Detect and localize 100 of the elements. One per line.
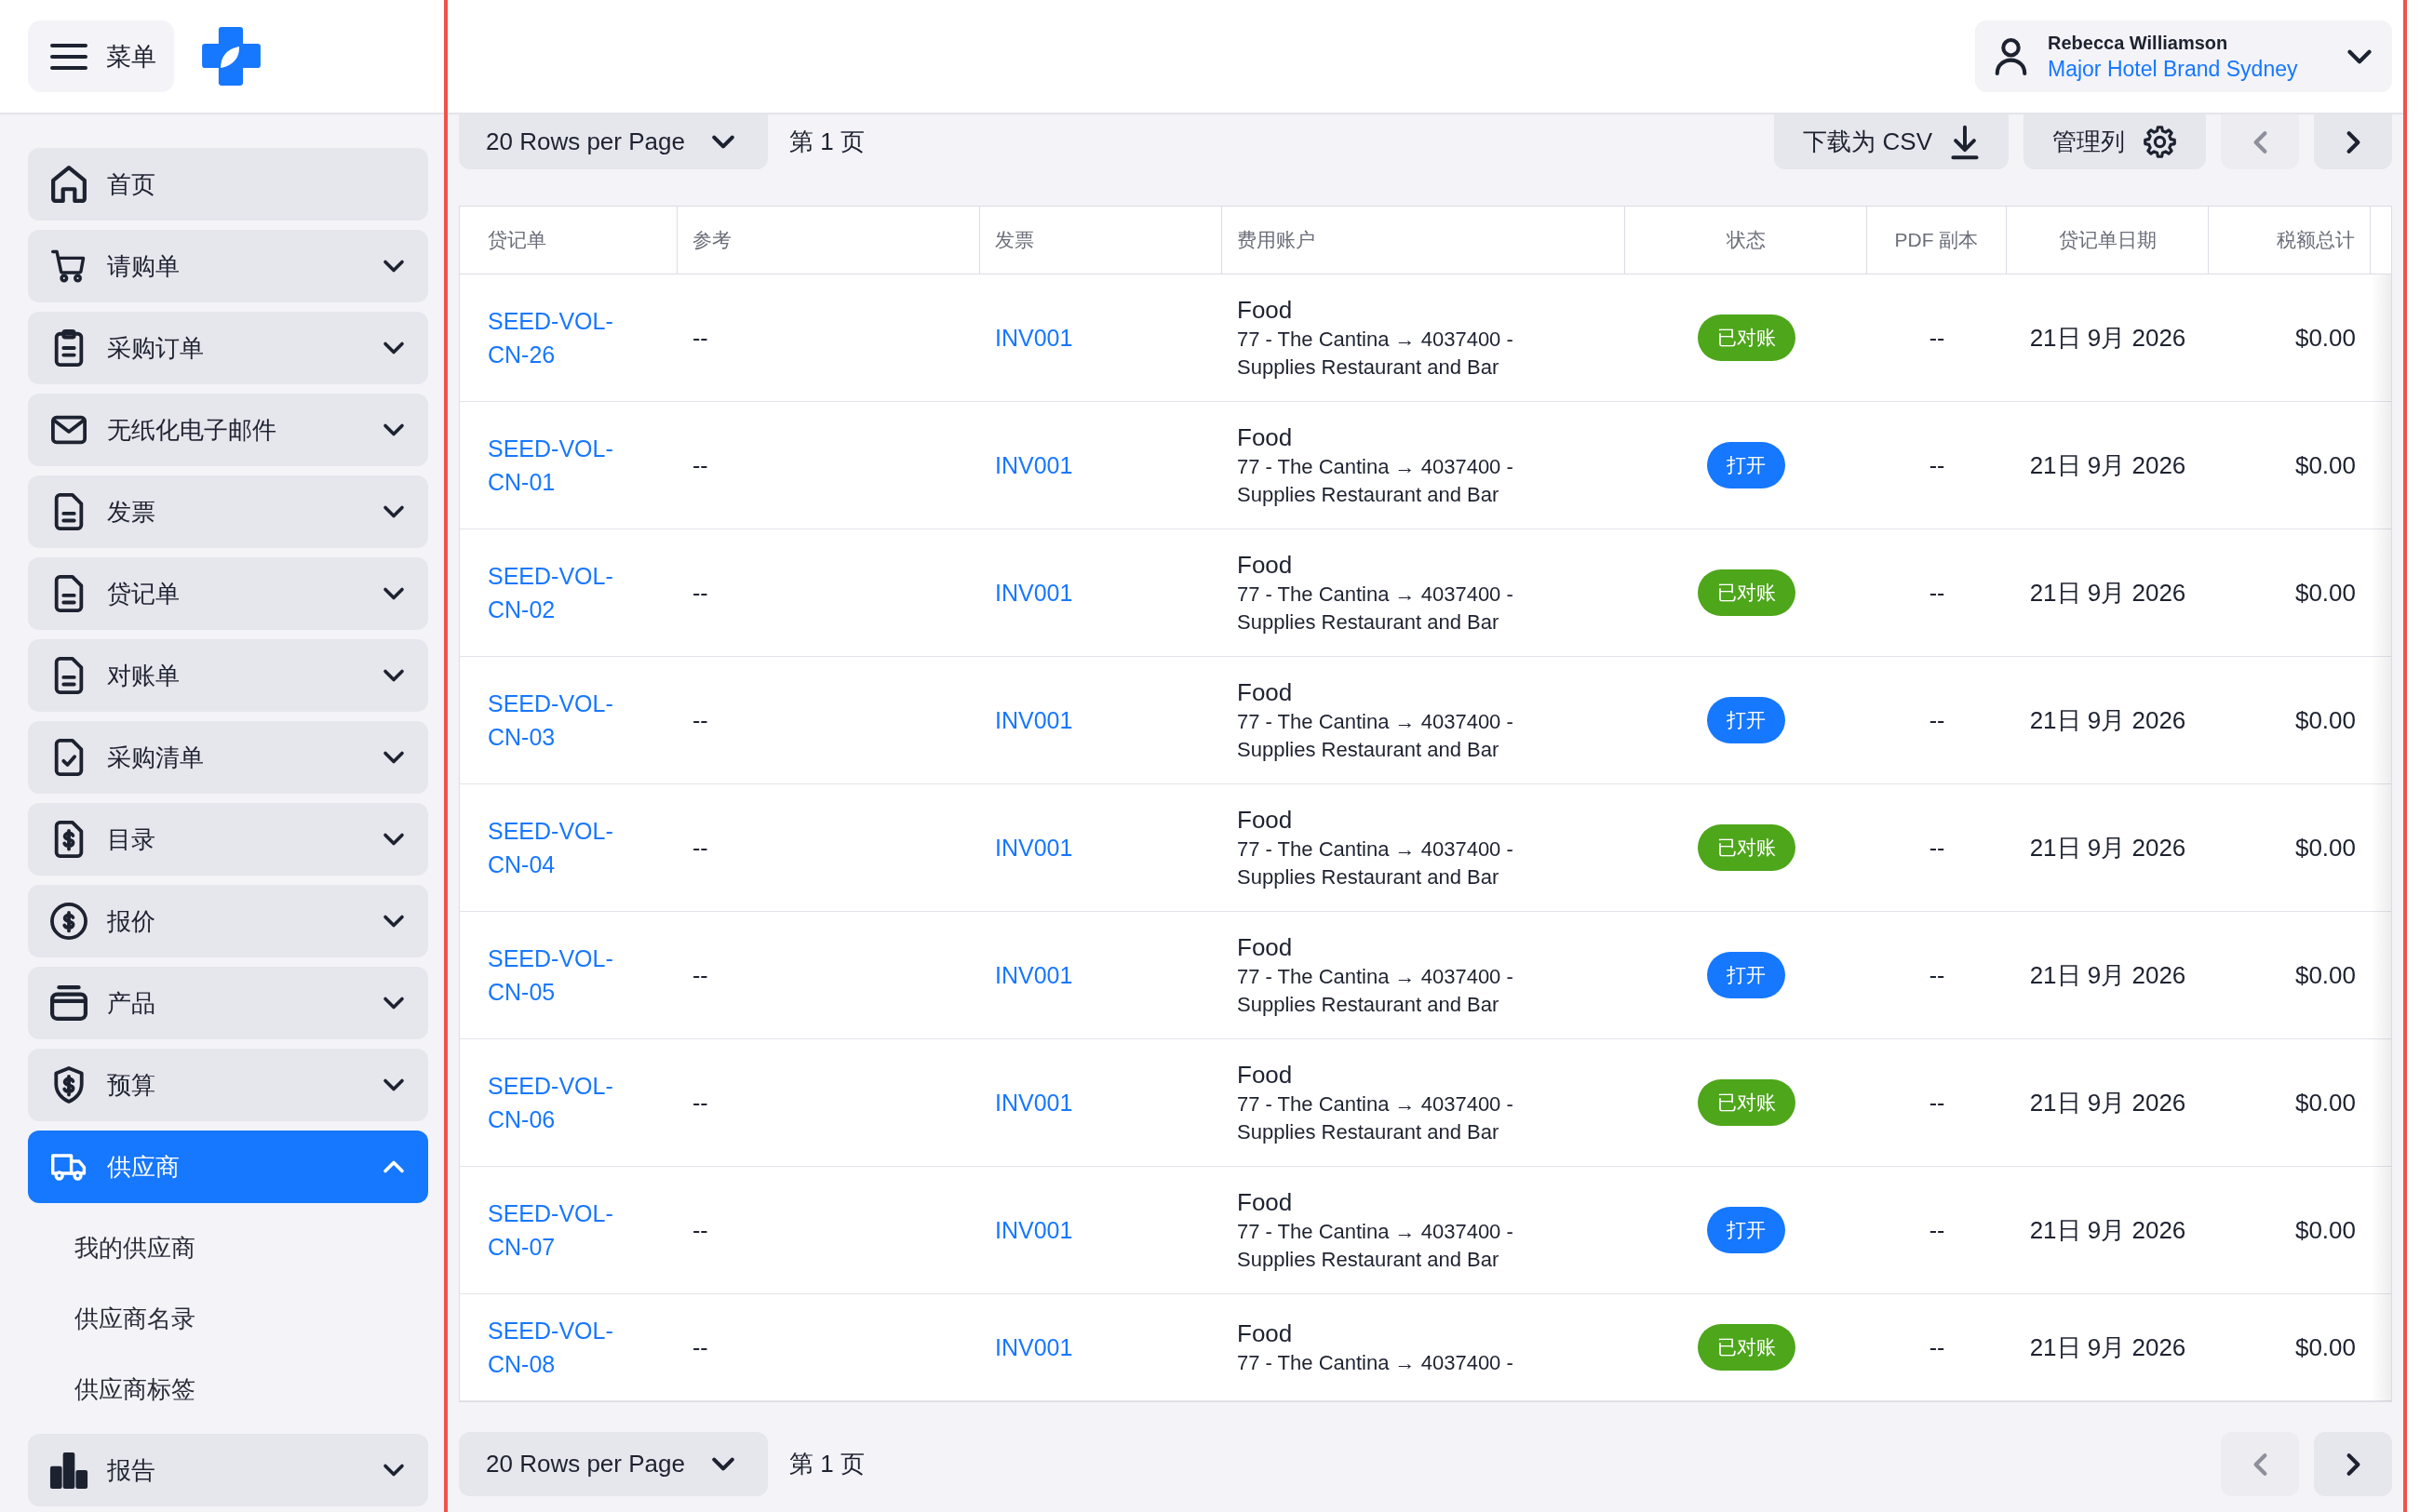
- amount-text: $0.00: [2294, 323, 2356, 352]
- box-icon: [51, 984, 87, 1022]
- chevron-down-icon: [383, 506, 404, 517]
- sidebar-item[interactable]: 贷记单: [28, 557, 428, 630]
- chevron-right-icon: [2346, 1452, 2360, 1476]
- sidebar-subitem[interactable]: 供应商名录: [74, 1305, 195, 1332]
- credit-note-link[interactable]: SEED-VOL-CN-03: [488, 687, 627, 754]
- download-csv-button[interactable]: 下载为 CSV: [1774, 114, 2009, 169]
- invoice-link[interactable]: INV001: [995, 324, 1073, 351]
- download-icon: [1951, 125, 1979, 159]
- invoice-link[interactable]: INV001: [995, 1089, 1073, 1116]
- credit-note-link[interactable]: SEED-VOL-CN-07: [488, 1197, 627, 1264]
- account-name: Food: [1237, 805, 1293, 836]
- account-path: 77 - The Cantina → 4037400 - Supplies Restaurant and Bar: [1237, 582, 1514, 636]
- account-path: 77 - The Cantina → 4037400 - Supplies Restaurant and Bar: [1237, 1091, 1514, 1145]
- account-name: Food: [1237, 1318, 1293, 1349]
- sidebar-item[interactable]: 对账单: [28, 639, 428, 712]
- column-header: 参考: [692, 228, 732, 252]
- credit-note-link[interactable]: SEED-VOL-CN-04: [488, 814, 627, 881]
- sidebar-item[interactable]: 无纸化电子邮件: [28, 394, 428, 466]
- column-header: 状态: [1726, 228, 1766, 252]
- chevron-down-icon: [383, 834, 404, 845]
- status-badge: 打开: [1707, 1207, 1785, 1253]
- credit-note-link[interactable]: SEED-VOL-CN-05: [488, 942, 627, 1009]
- invoice-link[interactable]: INV001: [995, 451, 1073, 478]
- chevron-down-icon: [383, 342, 404, 354]
- sidebar-item[interactable]: 报告: [28, 1434, 428, 1506]
- pdf-copy-text: --: [1929, 1333, 1945, 1360]
- status-badge: 打开: [1707, 697, 1785, 743]
- next-page-button[interactable]: [2314, 1432, 2392, 1496]
- bar-chart-icon: [51, 1452, 87, 1489]
- date-text: 21日 9月 2026: [2029, 450, 2186, 479]
- status-badge: 已对账: [1697, 824, 1795, 871]
- chevron-down-icon: [383, 1079, 404, 1091]
- account-path: 77 - The Cantina → 4037400 - Supplies Restaurant and Bar: [1237, 327, 1514, 381]
- invoice-link[interactable]: INV001: [995, 706, 1073, 733]
- column-header: 贷记单日期: [2058, 228, 2157, 252]
- reference-text: --: [692, 324, 708, 351]
- next-page-button[interactable]: [2314, 114, 2392, 169]
- sidebar-item[interactable]: 预算: [28, 1049, 428, 1121]
- chevron-down-icon: [383, 670, 404, 681]
- invoice-link[interactable]: INV001: [995, 961, 1073, 988]
- invoice-link[interactable]: INV001: [995, 834, 1073, 861]
- sidebar-item[interactable]: 采购清单: [28, 721, 428, 794]
- credit-note-link[interactable]: SEED-VOL-CN-08: [488, 1314, 627, 1381]
- reference-text: --: [692, 1333, 708, 1360]
- sidebar-subitem[interactable]: 我的供应商: [74, 1235, 195, 1262]
- status-badge: 已对账: [1697, 1324, 1795, 1371]
- credit-note-link[interactable]: SEED-VOL-CN-01: [488, 432, 627, 499]
- rows-per-page-dropdown[interactable]: 20 Rows per Page: [459, 1432, 768, 1496]
- dollar-circle-icon: [51, 903, 87, 940]
- rows-per-page-dropdown[interactable]: 20 Rows per Page: [459, 114, 768, 169]
- pdf-copy-text: --: [1929, 961, 1945, 988]
- account-name: Food: [1237, 422, 1293, 453]
- person-icon: [1996, 37, 2026, 75]
- credit-note-link[interactable]: SEED-VOL-CN-06: [488, 1069, 627, 1136]
- pdf-copy-text: --: [1929, 1089, 1945, 1116]
- reference-text: --: [692, 1089, 708, 1116]
- date-text: 21日 9月 2026: [2029, 1088, 2186, 1117]
- menu-button[interactable]: 菜单: [28, 20, 174, 92]
- reference-text: --: [692, 961, 708, 988]
- account-path: 77 - The Cantina → 4037400 - Supplies Restaurant and Bar: [1237, 964, 1514, 1018]
- credit-note-link[interactable]: SEED-VOL-CN-02: [488, 559, 627, 626]
- date-text: 21日 9月 2026: [2029, 960, 2186, 989]
- home-icon: [51, 166, 87, 203]
- user-menu[interactable]: Rebecca Williamson Major Hotel Brand Sydney: [1975, 20, 2392, 92]
- account-path: 77 - The Cantina → 4037400 - Supplies Restaurant and Bar: [1237, 1219, 1514, 1273]
- chevron-left-icon: [2253, 130, 2266, 154]
- sidebar-item[interactable]: 报价: [28, 885, 428, 957]
- date-text: 21日 9月 2026: [2029, 1215, 2186, 1244]
- chevron-down-icon: [383, 1465, 404, 1476]
- date-text: 21日 9月 2026: [2029, 578, 2186, 607]
- sidebar-item[interactable]: 供应商: [28, 1131, 428, 1203]
- chevron-up-icon: [383, 1161, 404, 1172]
- account-name: Food: [1237, 677, 1293, 708]
- pdf-copy-text: --: [1929, 451, 1945, 478]
- amount-text: $0.00: [2294, 705, 2356, 734]
- column-header: 费用账户: [1237, 228, 1315, 252]
- status-badge: 已对账: [1697, 569, 1795, 616]
- page-indicator: 第 1 页: [789, 127, 865, 157]
- sidebar-item[interactable]: 请购单: [28, 230, 428, 302]
- chevron-down-icon: [383, 997, 404, 1009]
- sidebar-item[interactable]: 目录: [28, 803, 428, 876]
- invoice-link[interactable]: INV001: [995, 579, 1073, 606]
- reference-text: --: [692, 706, 708, 733]
- logo-icon: [200, 25, 262, 87]
- account-name: Food: [1237, 550, 1293, 581]
- sidebar-item[interactable]: 发票: [28, 475, 428, 548]
- invoice-link[interactable]: INV001: [995, 1216, 1073, 1243]
- reference-text: --: [692, 1216, 708, 1243]
- sidebar-item[interactable]: 产品: [28, 967, 428, 1039]
- sidebar-subitem[interactable]: 供应商标签: [74, 1376, 195, 1403]
- invoice-link[interactable]: INV001: [995, 1333, 1073, 1360]
- sidebar-item[interactable]: 首页: [28, 148, 428, 221]
- manage-columns-button[interactable]: 管理列: [2023, 114, 2206, 169]
- date-text: 21日 9月 2026: [2029, 833, 2186, 862]
- sidebar-item[interactable]: 采购订单: [28, 312, 428, 384]
- credit-note-link[interactable]: SEED-VOL-CN-26: [488, 304, 627, 371]
- chevron-down-icon: [383, 752, 404, 763]
- status-badge: 打开: [1707, 952, 1785, 998]
